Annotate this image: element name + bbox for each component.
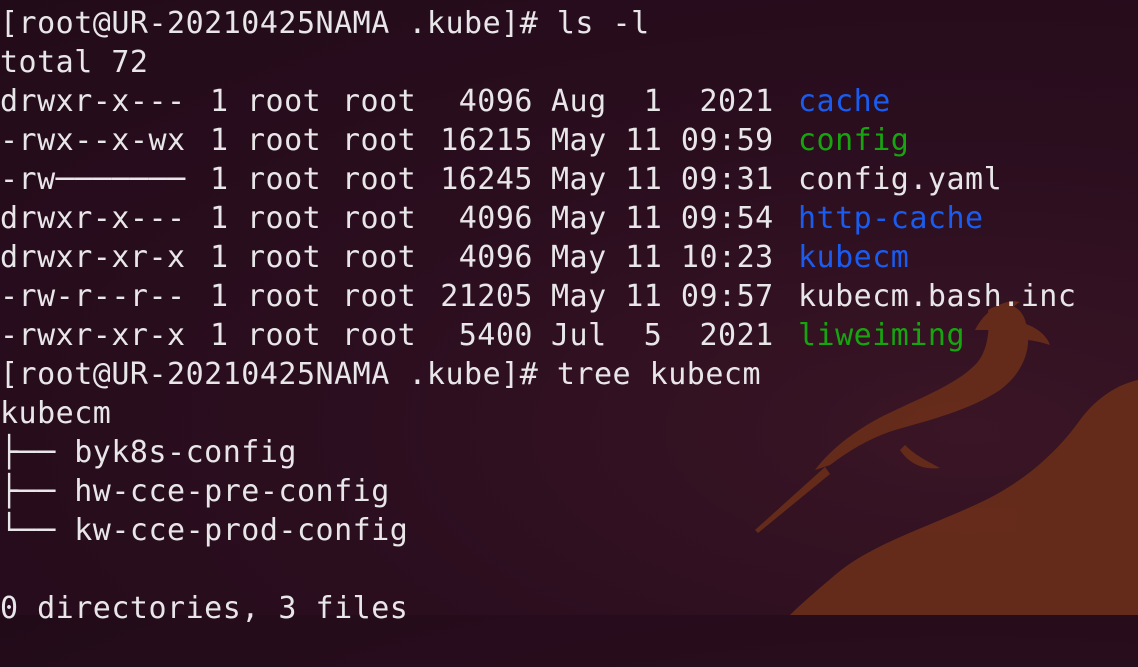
ls-entry-row: drwxr-xr-x 1 root root 4096 May 11 10:23… [0,238,1138,277]
prompt-line-ls: [root@UR-20210425NAMA .kube]# ls -l [0,4,650,43]
file-size: 16215 [440,123,533,158]
group: root [342,123,417,158]
group: root [342,162,417,197]
terminal-window[interactable]: [root@UR-20210425NAMA .kube]# ls -l tota… [0,0,1138,626]
file-size: 21205 [440,279,533,314]
link-count: 1 [210,318,229,353]
file-name: kubecm [798,240,910,275]
ls-entry-row: -rwx--x-wx 1 root root 16215 May 11 09:5… [0,121,1138,160]
group: root [342,240,417,275]
link-count: 1 [210,201,229,236]
modified-date: May 11 10:23 [551,240,774,275]
group: root [342,279,417,314]
ls-entry-row: drwxr-x--- 1 root root 4096 May 11 09:54… [0,199,1138,238]
tree-summary: 0 directories, 3 files [0,591,409,626]
permissions: -rwx--x-wx [0,123,186,158]
link-count: 1 [210,162,229,197]
shell-prompt: [root@UR-20210425NAMA .kube]# [0,6,539,41]
file-name: http-cache [798,201,984,236]
owner: root [247,318,322,353]
owner: root [247,201,322,236]
shell-prompt: [root@UR-20210425NAMA .kube]# [0,357,539,392]
permissions: -rwxr-xr-x [0,318,186,353]
owner: root [247,84,322,119]
owner: root [247,240,322,275]
ls-entry-row: -rw─────── 1 root root 16245 May 11 09:3… [0,160,1138,199]
file-name: config.yaml [798,162,1003,197]
ls-entry-row: -rw-r--r-- 1 root root 21205 May 11 09:5… [0,277,1138,316]
tree-item: ├── hw-cce-pre-config [0,474,390,509]
link-count: 1 [210,84,229,119]
modified-date: May 11 09:31 [551,162,774,197]
group: root [342,318,417,353]
owner: root [247,279,322,314]
owner: root [247,162,322,197]
modified-date: May 11 09:54 [551,201,774,236]
owner: root [247,123,322,158]
permissions: -rw─────── [0,162,186,197]
file-name: cache [798,84,891,119]
ls-entry-row: -rwxr-xr-x 1 root root 5400 Jul 5 2021 l… [0,316,1138,355]
tree-item: ├── byk8s-config [0,435,297,470]
tree-root: kubecm [0,396,112,431]
file-size: 4096 [458,84,533,119]
prompt-line-tree: [root@UR-20210425NAMA .kube]# tree kubec… [0,355,761,394]
file-size: 16245 [440,162,533,197]
link-count: 1 [210,123,229,158]
modified-date: Aug 1 2021 [551,84,774,119]
link-count: 1 [210,279,229,314]
file-size: 4096 [458,201,533,236]
permissions: drwxr-x--- [0,201,186,236]
modified-date: May 11 09:59 [551,123,774,158]
ls-entry-row: drwxr-x--- 1 root root 4096 Aug 1 2021 c… [0,82,1138,121]
group: root [342,201,417,236]
command-ls: ls -l [556,6,650,41]
file-size: 5400 [458,318,533,353]
tree-item: └── kw-cce-prod-config [0,513,409,548]
permissions: -rw-r--r-- [0,279,186,314]
modified-date: May 11 09:57 [551,279,774,314]
file-name: kubecm.bash.inc [798,279,1077,314]
file-name: config [798,123,910,158]
link-count: 1 [210,240,229,275]
permissions: drwxr-x--- [0,84,186,119]
ls-total: total 72 [0,45,149,80]
command-tree: tree kubecm [556,357,762,392]
file-size: 4096 [458,240,533,275]
group: root [342,84,417,119]
file-name: liweiming [798,318,966,353]
permissions: drwxr-xr-x [0,240,186,275]
modified-date: Jul 5 2021 [551,318,774,353]
